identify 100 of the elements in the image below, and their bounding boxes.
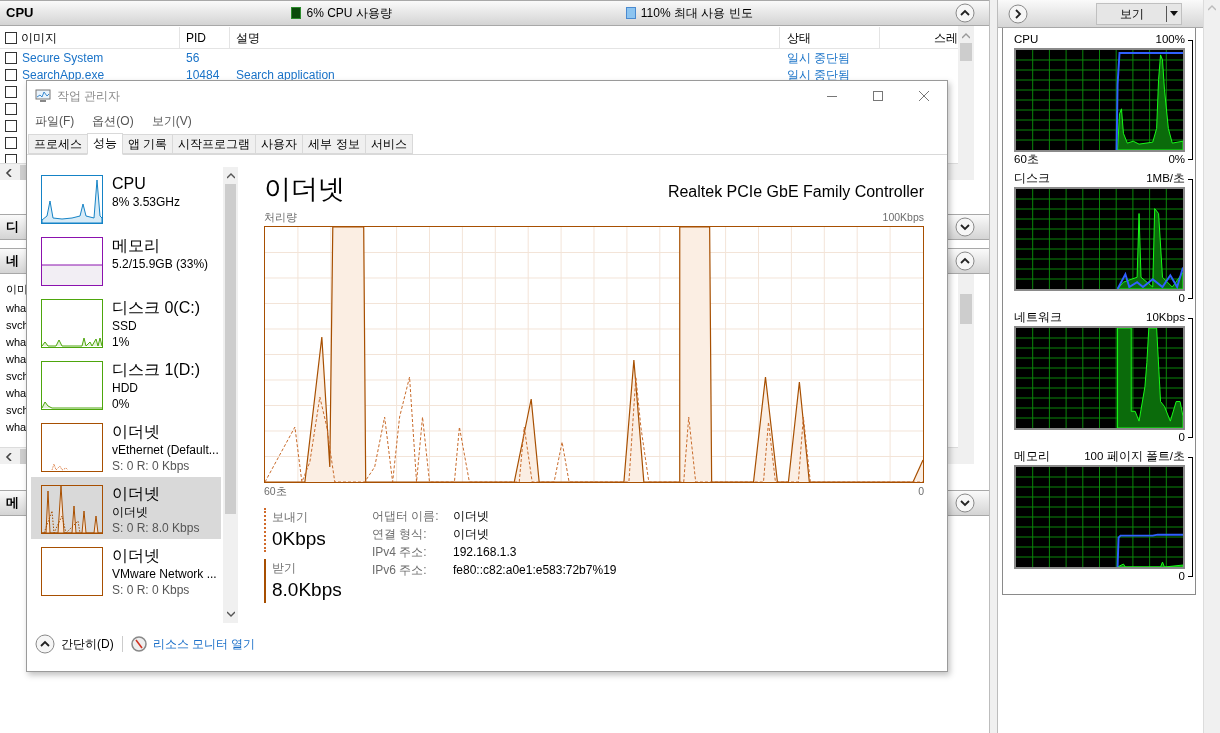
resource-monitor-link[interactable]: 리소스 모니터 열기: [152, 635, 256, 653]
checkbox[interactable]: [5, 31, 17, 44]
property-value: 이더넷: [453, 526, 490, 542]
item-title: CPU: [112, 174, 147, 194]
column-header[interactable]: 이미지: [21, 28, 57, 47]
chevron-down-icon[interactable]: [955, 493, 975, 513]
frequency-swatch: [625, 7, 636, 19]
item-detail: SSD: [112, 318, 138, 334]
view-dropdown[interactable]: 보기: [1096, 2, 1182, 25]
graph-min: 0: [1178, 429, 1185, 445]
receive-value: 8.0Kbps: [272, 578, 343, 602]
performance-item[interactable]: 이더넷 VMware Network ... S: 0 R: 0 Kbps: [31, 539, 221, 601]
performance-item[interactable]: 디스크 1(D:) HDD 0%: [31, 353, 221, 415]
process-name[interactable]: Secure System: [22, 50, 104, 65]
mini-graph: [41, 175, 103, 224]
tab[interactable]: 시작프로그램: [172, 134, 257, 154]
item-detail: 0%: [112, 396, 131, 412]
mini-graph: [41, 423, 103, 472]
process-name[interactable]: SearchApp.exe: [22, 67, 105, 82]
chevron-up-icon[interactable]: [35, 634, 55, 654]
mini-graph: [41, 485, 103, 534]
process-name[interactable]: wha: [6, 351, 27, 368]
performance-item[interactable]: 디스크 0(C:) SSD 1%: [31, 291, 221, 353]
graph-min: 0%: [1168, 151, 1185, 167]
checkbox[interactable]: [5, 136, 17, 149]
item-detail: VMware Network ...: [112, 566, 217, 582]
column-header[interactable]: 스레: [934, 28, 958, 47]
menu-item[interactable]: 옵션(O): [92, 111, 134, 130]
fewer-details-link[interactable]: 간단히(D): [61, 635, 114, 653]
scrollbar-thumb[interactable]: [960, 43, 972, 61]
item-detail: S: 0 R: 8.0 Kbps: [112, 520, 200, 536]
scrollbar-thumb[interactable]: [960, 294, 972, 324]
send-label: 보내기: [272, 509, 309, 526]
checkbox[interactable]: [5, 85, 17, 98]
graph-max: 100 페이지 폴트/초: [1084, 448, 1185, 464]
performance-item[interactable]: CPU 8% 3.53GHz: [31, 167, 221, 229]
tab[interactable]: 서비스: [364, 134, 413, 154]
item-title: 이더넷: [112, 546, 161, 566]
graph-min: 0: [1178, 568, 1185, 584]
mini-graph: [41, 361, 103, 410]
expand-icon[interactable]: [1008, 3, 1028, 24]
checkbox[interactable]: [5, 51, 17, 64]
scroll-down-icon[interactable]: [226, 610, 235, 618]
caret-icon: [1170, 11, 1178, 16]
item-title: 디스크 1(D:): [112, 360, 200, 380]
graph-label: 메모리: [1014, 448, 1050, 464]
checkbox[interactable]: [5, 68, 17, 81]
send-value: 0Kbps: [272, 527, 327, 551]
tab[interactable]: 사용자: [255, 134, 304, 154]
performance-item[interactable]: 메모리 5.2/15.9GB (33%): [31, 229, 221, 291]
graph-label: CPU: [1014, 31, 1039, 47]
graph-max: 100Kbps: [882, 210, 924, 225]
tab[interactable]: 세부 정보: [302, 134, 366, 154]
item-detail: S: 0 R: 0 Kbps: [112, 458, 191, 474]
performance-item[interactable]: 이더넷 이더넷 S: 0 R: 8.0 Kbps: [31, 477, 221, 539]
mini-graph: [41, 237, 103, 286]
item-detail: vEthernet (Default...: [112, 442, 219, 458]
mini-graph: [41, 547, 103, 596]
menu-item[interactable]: 보기(V): [151, 111, 192, 130]
scrollbar-thumb[interactable]: [225, 184, 236, 514]
tab[interactable]: 프로세스: [28, 134, 88, 154]
scroll-up-icon[interactable]: [226, 172, 235, 180]
item-detail: 1%: [112, 334, 131, 350]
property-value: 192.168.1.3: [453, 544, 518, 560]
performance-item[interactable]: 이더넷 vEthernet (Default... S: 0 R: 0 Kbps: [31, 415, 221, 477]
pid: 10484: [186, 67, 220, 82]
section-title: CPU: [6, 4, 34, 23]
menu-item[interactable]: 파일(F): [35, 111, 75, 130]
section-header[interactable]: CPU 6% CPU 사용량 110% 최대 사용 빈도: [0, 0, 989, 26]
process-name[interactable]: wha: [6, 385, 27, 402]
column-header[interactable]: 설명: [236, 28, 260, 47]
chevron-down-icon[interactable]: [955, 217, 975, 237]
detail-title: 이더넷: [264, 173, 345, 206]
checkbox[interactable]: [5, 153, 17, 163]
window-title: 작업 관리자: [57, 88, 121, 105]
item-detail: S: 0 R: 0 Kbps: [112, 582, 191, 598]
column-header[interactable]: PID: [186, 28, 206, 47]
property-value: fe80::c82:a0e1:e583:72b7%19: [453, 562, 617, 578]
checkbox[interactable]: [5, 102, 17, 115]
checkbox[interactable]: [5, 119, 17, 132]
cpu-usage-swatch: [291, 7, 302, 19]
app-icon: [35, 89, 51, 103]
chevron-up-icon[interactable]: [955, 3, 975, 23]
chevron-up-icon[interactable]: [955, 251, 975, 271]
item-detail: HDD: [112, 380, 139, 396]
property-value: 이더넷: [453, 508, 490, 524]
column-header[interactable]: 이미: [6, 280, 28, 298]
tab[interactable]: 앱 기록: [122, 134, 174, 154]
property-label: 어댑터 이름:: [372, 508, 440, 524]
process-name[interactable]: wha: [6, 334, 27, 351]
property-label: IPv4 주소:: [372, 544, 428, 560]
property-label: IPv6 주소:: [372, 562, 428, 578]
item-title: 디스크 0(C:): [112, 298, 200, 318]
close-icon: [919, 91, 929, 101]
column-header[interactable]: 상태: [787, 28, 811, 47]
receive-label: 받기: [272, 560, 297, 577]
tab[interactable]: 성능: [87, 133, 123, 155]
process-name[interactable]: wha: [6, 419, 27, 436]
time-start: 60초: [264, 484, 287, 499]
process-name[interactable]: wha: [6, 300, 27, 317]
